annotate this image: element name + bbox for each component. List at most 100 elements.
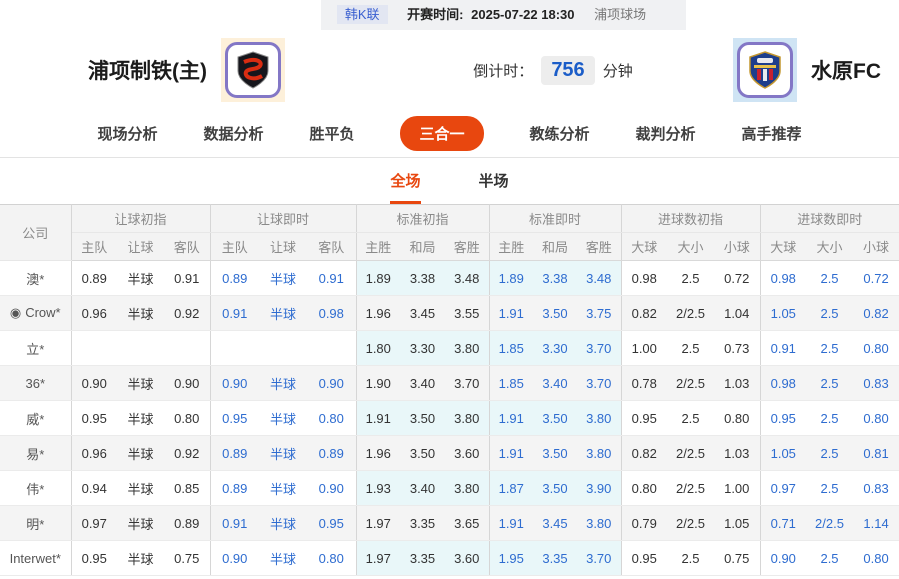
odds-cell[interactable]: 1.85 [489, 366, 533, 401]
odds-cell[interactable]: 2.5 [806, 471, 853, 506]
nav-tab-6[interactable]: 高手推荐 [742, 123, 802, 144]
odds-cell[interactable]: 1.91 [489, 296, 533, 331]
odds-cell[interactable]: 半球 [259, 401, 307, 436]
odds-cell[interactable]: 半球 [259, 261, 307, 296]
odds-cell[interactable]: 2.5 [806, 331, 853, 366]
odds-cell[interactable]: 0.89 [210, 471, 259, 506]
odds-cell[interactable] [259, 331, 307, 366]
odds-cell[interactable]: 0.82 [853, 296, 899, 331]
odds-cell[interactable]: 3.40 [533, 366, 577, 401]
odds-cell[interactable]: 3.50 [533, 296, 577, 331]
company-cell[interactable]: 澳* [0, 261, 71, 296]
odds-cell[interactable]: 3.80 [577, 436, 621, 471]
odds-cell[interactable]: 3.70 [577, 366, 621, 401]
odds-cell[interactable]: 0.72 [853, 261, 899, 296]
odds-cell[interactable]: 1.89 [489, 261, 533, 296]
odds-cell[interactable]: 3.90 [577, 471, 621, 506]
odds-cell[interactable]: 3.70 [577, 541, 621, 576]
odds-cell[interactable]: 0.97 [760, 471, 806, 506]
odds-cell[interactable]: 2.5 [806, 401, 853, 436]
odds-cell[interactable] [210, 331, 259, 366]
odds-cell[interactable]: 1.85 [489, 331, 533, 366]
odds-cell[interactable]: 1.14 [853, 506, 899, 541]
sub-tab-0[interactable]: 全场 [390, 170, 420, 204]
odds-cell[interactable]: 0.98 [760, 366, 806, 401]
nav-tab-5[interactable]: 裁判分析 [636, 123, 696, 144]
odds-cell[interactable]: 0.91 [210, 296, 259, 331]
odds-cell[interactable]: 0.95 [210, 401, 259, 436]
odds-cell[interactable]: 半球 [259, 296, 307, 331]
odds-cell[interactable]: 半球 [259, 541, 307, 576]
league-badge[interactable]: 韩K联 [337, 5, 388, 24]
odds-cell[interactable]: 0.90 [307, 471, 356, 506]
odds-cell[interactable]: 2.5 [806, 296, 853, 331]
company-cell[interactable]: 易* [0, 436, 71, 471]
odds-cell[interactable]: 0.80 [307, 541, 356, 576]
odds-cell[interactable]: 1.91 [489, 436, 533, 471]
nav-tab-2[interactable]: 胜平负 [309, 123, 354, 144]
odds-cell[interactable]: 0.90 [307, 366, 356, 401]
odds-cell[interactable]: 1.87 [489, 471, 533, 506]
odds-cell[interactable]: 3.70 [577, 331, 621, 366]
odds-cell[interactable]: 0.89 [210, 261, 259, 296]
nav-tab-1[interactable]: 数据分析 [203, 123, 263, 144]
odds-cell[interactable]: 半球 [259, 436, 307, 471]
odds-cell[interactable]: 2/2.5 [806, 506, 853, 541]
sub-tab-1[interactable]: 半场 [479, 170, 509, 204]
odds-cell[interactable]: 0.91 [760, 331, 806, 366]
odds-cell[interactable]: 0.89 [210, 436, 259, 471]
odds-cell[interactable]: 半球 [259, 471, 307, 506]
odds-cell[interactable]: 3.38 [533, 261, 577, 296]
company-cell[interactable]: 明* [0, 506, 71, 541]
nav-tab-3[interactable]: 三合一 [400, 116, 483, 151]
odds-cell[interactable]: 2.5 [806, 366, 853, 401]
odds-cell[interactable]: 0.95 [307, 506, 356, 541]
odds-cell[interactable]: 0.90 [210, 541, 259, 576]
odds-cell[interactable]: 1.95 [489, 541, 533, 576]
odds-cell[interactable]: 0.80 [307, 401, 356, 436]
odds-cell[interactable]: 0.83 [853, 366, 899, 401]
odds-cell[interactable]: 1.91 [489, 401, 533, 436]
odds-cell[interactable]: 0.71 [760, 506, 806, 541]
odds-cell[interactable]: 3.35 [533, 541, 577, 576]
odds-cell[interactable]: 0.81 [853, 436, 899, 471]
odds-cell[interactable]: 0.98 [307, 296, 356, 331]
odds-cell[interactable]: 半球 [259, 506, 307, 541]
odds-cell[interactable]: 3.50 [533, 471, 577, 506]
company-cell[interactable]: 立* [0, 331, 71, 366]
odds-cell[interactable]: 0.95 [760, 401, 806, 436]
odds-cell[interactable]: 3.80 [577, 506, 621, 541]
nav-tab-4[interactable]: 教练分析 [530, 123, 590, 144]
odds-cell[interactable]: 0.80 [853, 401, 899, 436]
odds-cell[interactable]: 3.30 [533, 331, 577, 366]
odds-cell[interactable]: 2.5 [806, 261, 853, 296]
odds-cell[interactable]: 3.50 [533, 436, 577, 471]
odds-cell[interactable]: 0.90 [210, 366, 259, 401]
odds-cell[interactable]: 1.05 [760, 296, 806, 331]
odds-cell[interactable]: 2.5 [806, 541, 853, 576]
odds-cell[interactable]: 1.05 [760, 436, 806, 471]
odds-cell[interactable]: 0.83 [853, 471, 899, 506]
odds-cell[interactable]: 0.90 [760, 541, 806, 576]
odds-cell[interactable]: 1.91 [489, 506, 533, 541]
odds-cell[interactable]: 2.5 [806, 436, 853, 471]
odds-cell[interactable]: 0.91 [307, 261, 356, 296]
odds-cell[interactable]: 3.50 [533, 401, 577, 436]
odds-cell[interactable] [307, 331, 356, 366]
company-cell[interactable]: Interwet* [0, 541, 71, 576]
odds-cell[interactable]: 0.89 [307, 436, 356, 471]
odds-cell[interactable]: 0.91 [210, 506, 259, 541]
odds-cell[interactable]: 0.80 [853, 331, 899, 366]
odds-cell[interactable]: 半球 [259, 366, 307, 401]
company-cell[interactable]: ◉Crow* [0, 296, 71, 331]
odds-cell[interactable]: 3.80 [577, 401, 621, 436]
company-cell[interactable]: 36* [0, 366, 71, 401]
odds-cell[interactable]: 0.98 [760, 261, 806, 296]
odds-cell[interactable]: 3.48 [577, 261, 621, 296]
company-cell[interactable]: 伟* [0, 471, 71, 506]
odds-cell[interactable]: 3.45 [533, 506, 577, 541]
nav-tab-0[interactable]: 现场分析 [97, 123, 157, 144]
company-cell[interactable]: 威* [0, 401, 71, 436]
odds-cell[interactable]: 3.75 [577, 296, 621, 331]
odds-cell[interactable]: 0.80 [853, 541, 899, 576]
